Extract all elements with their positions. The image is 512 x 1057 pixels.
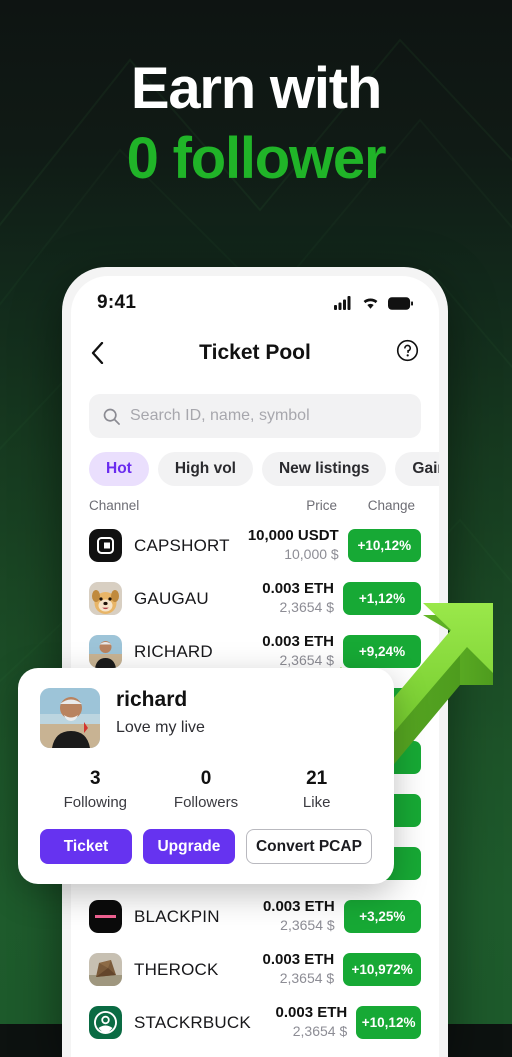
row-price-usd: 2,3654 $ <box>279 599 335 616</box>
row-channel-name: GAUGAU <box>134 588 209 608</box>
table-row[interactable]: GAUGAU 0.003 ETH 2,3654 $ +1,12% <box>89 572 421 625</box>
row-price: 10,000 USDT 10,000 $ <box>230 527 339 563</box>
table-row[interactable]: STACKRBUCK 0.003 ETH 2,3654 $ +10,12% <box>89 996 421 1049</box>
row-price: 0.003 ETH 2,3654 $ <box>220 898 335 934</box>
search-placeholder: Search ID, name, symbol <box>130 407 310 424</box>
avatar <box>40 688 100 748</box>
status-bar-time: 9:41 <box>97 292 137 313</box>
row-change-badge: +1,12% <box>343 582 421 615</box>
search-icon <box>103 408 120 425</box>
stackrbuck-avatar <box>89 1006 122 1039</box>
question-circle-icon <box>396 339 419 362</box>
stat-following-label: Following <box>63 794 128 811</box>
row-price: 0.003 ETH 2,3654 $ <box>219 951 335 987</box>
profile-username: richard <box>116 688 188 711</box>
row-price-usd: 2,3654 $ <box>279 970 335 987</box>
page-title: Ticket Pool <box>199 341 311 364</box>
row-change-badge: +10,972% <box>343 953 421 986</box>
row-price-main: 0.003 ETH <box>262 951 335 969</box>
column-header-price: Price <box>306 498 337 513</box>
wifi-icon <box>363 298 378 309</box>
blackpin-logo-icon <box>89 900 122 933</box>
row-channel-name: BLACKPIN <box>134 906 220 926</box>
ticket-button[interactable]: Ticket <box>40 829 132 864</box>
row-channel-name: CAPSHORT <box>134 535 230 555</box>
promo-headline: Earn with 0 follower <box>0 58 512 192</box>
row-price-main: 0.003 ETH <box>262 580 334 598</box>
signal-icon <box>334 296 351 310</box>
stat-like-value: 21 <box>306 768 328 789</box>
upgrade-button[interactable]: Upgrade <box>142 829 235 864</box>
table-row[interactable]: BLACKPIN 0.003 ETH 2,3654 $ +3,25% <box>89 890 421 943</box>
phone-screen: 9:41 Ticket Pool Search ID, name, symbol… <box>71 276 439 1057</box>
profile-card: richard Love my live 3 Following 0 Follo… <box>18 668 394 884</box>
stat-followers-label: Followers <box>173 794 239 811</box>
siren-logo-icon <box>89 1006 122 1039</box>
gaugau-avatar <box>89 582 122 615</box>
capshort-logo-icon <box>89 529 122 562</box>
filter-chip-new-listings[interactable]: New listings <box>261 452 387 486</box>
row-price-main: 0.003 ETH <box>275 1004 348 1022</box>
dog-photo-icon <box>89 582 122 615</box>
rock-photo-icon <box>89 953 122 986</box>
row-change-badge: +9,24% <box>343 635 421 668</box>
row-change-badge: +10,12% <box>347 529 421 562</box>
app-header: Ticket Pool <box>71 326 439 380</box>
stat-followers[interactable]: 0 Followers <box>151 768 262 811</box>
stat-followers-value: 0 <box>200 768 212 789</box>
row-price-main: 0.003 ETH <box>262 898 335 916</box>
stat-following[interactable]: 3 Following <box>40 768 151 811</box>
convert-pcap-button[interactable]: Convert PCAP <box>245 829 372 864</box>
column-header-channel: Channel <box>89 498 140 513</box>
profile-card-identity: richard Love my live <box>116 688 205 737</box>
search-input[interactable]: Search ID, name, symbol <box>89 394 421 438</box>
row-price-main: 10,000 USDT <box>247 527 339 545</box>
person-photo-icon <box>89 635 122 668</box>
richard-profile-photo-icon <box>40 688 100 748</box>
row-price: 0.003 ETH 2,3654 $ <box>251 1004 348 1040</box>
filter-chip-high-vol[interactable]: High vol <box>157 452 253 486</box>
status-bar: 9:41 <box>71 276 439 326</box>
row-price-main: 0.003 ETH <box>262 633 334 651</box>
profile-stats: 3 Following 0 Followers 21 Like <box>40 768 372 811</box>
row-channel-name: RICHARD <box>134 641 213 661</box>
row-channel-name: STACKRBUCK <box>134 1012 251 1032</box>
help-button[interactable] <box>396 339 419 367</box>
column-header-change: Change <box>367 498 415 513</box>
stat-following-value: 3 <box>90 768 101 789</box>
row-change-badge: +3,25% <box>343 900 421 933</box>
filter-chip-gainers[interactable]: Gainers <box>395 452 439 486</box>
table-column-headers: Channel Price Change <box>71 486 439 519</box>
blackpin-avatar <box>89 900 122 933</box>
filter-chip-list[interactable]: Hot High vol New listings Gainers <box>71 438 439 486</box>
headline-line-2: 0 follower <box>126 126 387 191</box>
richard-avatar <box>89 635 122 668</box>
battery-icon <box>388 296 413 310</box>
row-price-usd: 2,3654 $ <box>292 1023 348 1040</box>
row-price-usd: 10,000 $ <box>284 546 339 563</box>
profile-card-actions: Ticket Upgrade Convert PCAP <box>40 829 372 864</box>
profile-card-header: richard Love my live <box>40 688 372 748</box>
profile-bio: Love my live <box>116 719 205 736</box>
headline-line-1: Earn with <box>130 56 382 121</box>
phone-mockup: 9:41 Ticket Pool Search ID, name, symbol… <box>62 267 448 1057</box>
table-row[interactable]: CAPSHORT 10,000 USDT 10,000 $ +10,12% <box>89 519 421 572</box>
stat-like[interactable]: 21 Like <box>261 768 372 811</box>
row-channel-name: THEROCK <box>134 959 219 979</box>
row-price: 0.003 ETH 2,3654 $ <box>218 633 334 669</box>
row-change-badge: +10,12% <box>356 1006 421 1039</box>
table-row[interactable]: THEROCK 0.003 ETH 2,3654 $ +10,972% <box>89 943 421 996</box>
row-price-usd: 2,3654 $ <box>280 917 335 934</box>
stat-like-label: Like <box>302 794 331 811</box>
filter-chip-hot[interactable]: Hot <box>89 452 149 486</box>
status-bar-icons <box>334 296 413 310</box>
capshort-avatar <box>89 529 122 562</box>
therock-avatar <box>89 953 122 986</box>
row-price: 0.003 ETH 2,3654 $ <box>218 580 334 616</box>
row-price-usd: 2,3654 $ <box>279 652 335 669</box>
